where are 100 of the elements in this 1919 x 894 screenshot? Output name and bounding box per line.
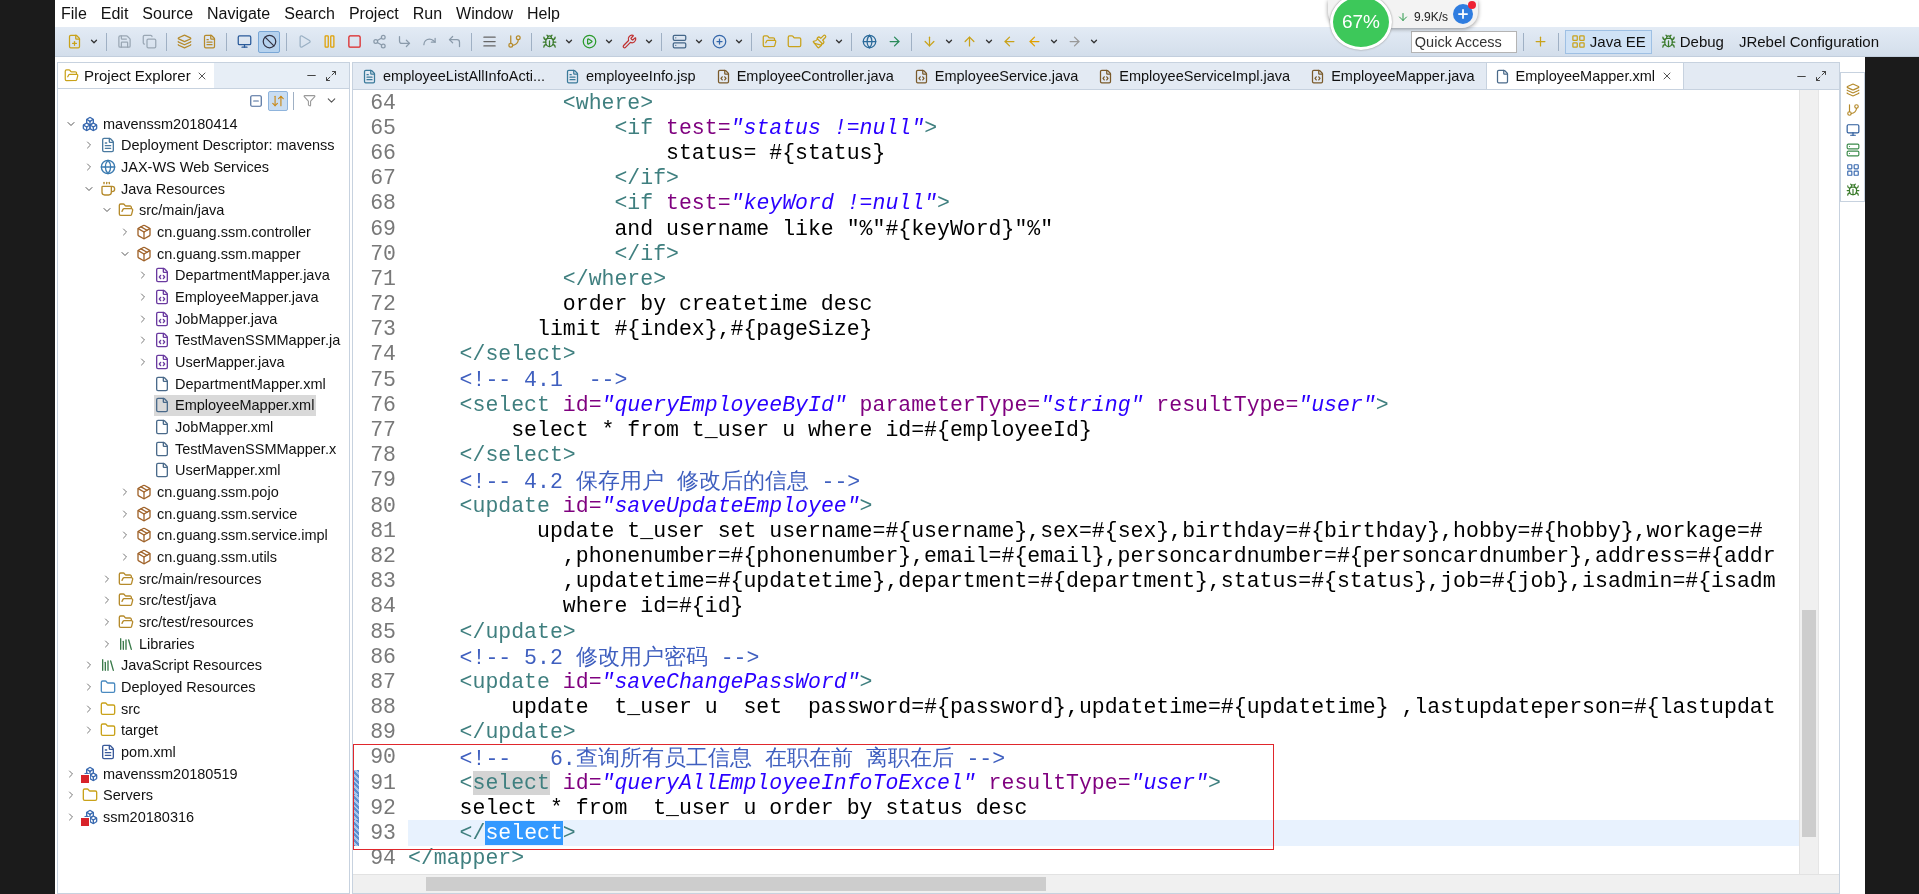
tree-item[interactable]: src/main/resources bbox=[118, 568, 264, 590]
editor-tab[interactable]: EmployeeServiceImpl.java bbox=[1089, 63, 1302, 89]
line-number: 70 bbox=[370, 241, 396, 266]
tree-item[interactable]: UserMapper.java bbox=[154, 351, 287, 373]
usage-gauge: 67% bbox=[1330, 0, 1392, 50]
code-line: <!-- 5.2 修改用户密码 --> bbox=[459, 644, 760, 672]
code-line: status= #{status} bbox=[666, 140, 886, 165]
grid-icon[interactable] bbox=[1845, 163, 1860, 177]
package-icon bbox=[136, 484, 152, 500]
tree-item[interactable]: src/main/java bbox=[118, 199, 227, 221]
tree-item[interactable]: JavaScript Resources bbox=[100, 654, 265, 676]
vertical-scrollbar[interactable] bbox=[1799, 90, 1818, 874]
tree-item[interactable]: mavenssm20180414 bbox=[82, 113, 240, 135]
tree-item[interactable]: Servers bbox=[82, 784, 155, 806]
tree-item[interactable]: EmployeeMapper.xml bbox=[154, 394, 317, 416]
library-icon bbox=[100, 657, 116, 674]
file-icon bbox=[565, 68, 580, 84]
menu-item[interactable]: Edit bbox=[93, 4, 136, 23]
layers-icon[interactable] bbox=[1845, 83, 1860, 97]
editor-tab[interactable]: EmployeeService.java bbox=[904, 63, 1090, 89]
file-icon bbox=[154, 440, 170, 457]
folder-icon bbox=[100, 678, 116, 695]
tree-item[interactable]: target bbox=[100, 719, 161, 741]
code-line: <if test="keyWord !=null"> bbox=[614, 191, 950, 216]
server-icon[interactable] bbox=[1845, 143, 1860, 157]
tree-item[interactable]: Deployed Resources bbox=[100, 676, 258, 698]
tree-item[interactable]: src/test/java bbox=[118, 589, 219, 611]
folder-icon bbox=[100, 700, 116, 717]
tree-item[interactable]: DepartmentMapper.xml bbox=[154, 373, 328, 395]
tree-item[interactable]: Libraries bbox=[118, 633, 197, 655]
line-number: 83 bbox=[370, 569, 396, 594]
skip-breakpoints-icon[interactable] bbox=[258, 30, 280, 53]
line-number: 84 bbox=[370, 594, 396, 619]
menu-item[interactable]: Search bbox=[277, 4, 342, 23]
source-folder-icon bbox=[118, 613, 134, 630]
tree-item[interactable]: DepartmentMapper.java bbox=[154, 264, 332, 286]
tree-item[interactable]: src bbox=[100, 698, 143, 720]
tree-item[interactable]: cn.guang.ssm.mapper bbox=[136, 243, 303, 265]
code-line: <where> bbox=[562, 90, 654, 115]
tree-item[interactable]: JobMapper.xml bbox=[154, 416, 276, 438]
line-number: 65 bbox=[370, 115, 396, 140]
code-line: <if test="status !=null"> bbox=[614, 115, 938, 140]
tree-item[interactable]: pom.xml bbox=[100, 741, 178, 763]
bug-icon bbox=[1660, 34, 1676, 49]
file-icon bbox=[1310, 68, 1326, 84]
link-with-editor-icon[interactable] bbox=[268, 90, 288, 111]
tree-item[interactable]: TestMavenSSMMapper.x bbox=[154, 438, 339, 460]
tree-item[interactable]: cn.guang.ssm.service.impl bbox=[136, 524, 330, 546]
menu-item[interactable]: Navigate bbox=[200, 4, 278, 23]
line-number: 74 bbox=[370, 342, 396, 367]
folder-icon bbox=[64, 68, 79, 83]
globe-icon bbox=[100, 159, 116, 176]
horizontal-scrollbar[interactable] bbox=[353, 874, 1839, 893]
tree-item[interactable]: cn.guang.ssm.pojo bbox=[136, 481, 281, 503]
tree-item[interactable]: Deployment Descriptor: mavenss bbox=[100, 135, 337, 156]
line-number: 72 bbox=[370, 292, 396, 317]
tree-item[interactable]: JAX-WS Web Services bbox=[100, 156, 271, 178]
editor-tab[interactable]: employeeInfo.jsp bbox=[556, 63, 707, 89]
menu-item[interactable]: Project bbox=[341, 4, 406, 23]
tree-item[interactable]: cn.guang.ssm.service bbox=[136, 503, 300, 525]
tree-item[interactable]: mavenssm20180519 bbox=[82, 763, 240, 784]
line-number: 76 bbox=[370, 392, 396, 417]
file-icon bbox=[154, 397, 170, 414]
code-line: <!-- 6.查询所有员工信息 在职在前 离职在后 --> bbox=[459, 745, 1006, 772]
editor-tab[interactable]: employeeListAllInfoActi... bbox=[353, 63, 556, 89]
tree-item[interactable]: JobMapper.java bbox=[154, 308, 280, 330]
tree-item[interactable]: src/test/resources bbox=[118, 611, 256, 633]
tree-item[interactable]: cn.guang.ssm.controller bbox=[136, 221, 313, 243]
editor-tab[interactable]: EmployeeMapper.xml bbox=[1485, 63, 1685, 89]
tree-item[interactable]: TestMavenSSMMapper.ja bbox=[154, 329, 343, 351]
perspective-button[interactable]: JRebel Configuration bbox=[1732, 29, 1885, 54]
line-number: 80 bbox=[370, 493, 396, 518]
code-line: <!-- 4.2 保存用户 修改后的信息 --> bbox=[459, 468, 861, 495]
editor-tab[interactable]: EmployeeController.java bbox=[706, 63, 905, 89]
menu-item[interactable]: Help bbox=[520, 4, 567, 23]
perspective-button[interactable]: Java EE bbox=[1564, 29, 1652, 54]
branch-icon[interactable] bbox=[1845, 103, 1860, 117]
line-number: 68 bbox=[370, 191, 396, 216]
menu-item[interactable]: File bbox=[55, 4, 94, 23]
perspective-button[interactable]: Debug bbox=[1654, 29, 1730, 54]
code-line: <update id="saveChangePassWord"> bbox=[459, 669, 873, 694]
bug-icon[interactable] bbox=[1845, 183, 1860, 197]
editor-tab[interactable]: EmployeeMapper.java bbox=[1301, 63, 1486, 89]
line-number: 82 bbox=[370, 543, 396, 568]
menu-item[interactable]: Run bbox=[405, 4, 450, 23]
quick-access-field[interactable]: Quick Access bbox=[1410, 30, 1517, 53]
tree-item[interactable]: cn.guang.ssm.utils bbox=[136, 546, 280, 568]
menu-item[interactable]: Window bbox=[449, 4, 520, 23]
tree-item[interactable]: EmployeeMapper.java bbox=[154, 286, 321, 308]
file-icon bbox=[913, 68, 929, 84]
tree-item[interactable]: UserMapper.xml bbox=[154, 459, 283, 481]
package-icon bbox=[136, 224, 152, 241]
code-line: update t_user set username=#{username},sex=#{sex},birthday=#{birthday},hobby=#{hobby},workage=# bbox=[537, 518, 1763, 543]
panel-tab[interactable]: Project Explorer bbox=[58, 63, 214, 88]
plus-button[interactable] bbox=[1453, 4, 1474, 24]
menu-item[interactable]: Source bbox=[135, 4, 201, 23]
tree-item[interactable]: ssm20180316 bbox=[82, 806, 197, 828]
file-icon bbox=[154, 375, 170, 392]
tree-item[interactable]: Java Resources bbox=[100, 178, 227, 200]
monitor-icon[interactable] bbox=[1845, 123, 1860, 137]
